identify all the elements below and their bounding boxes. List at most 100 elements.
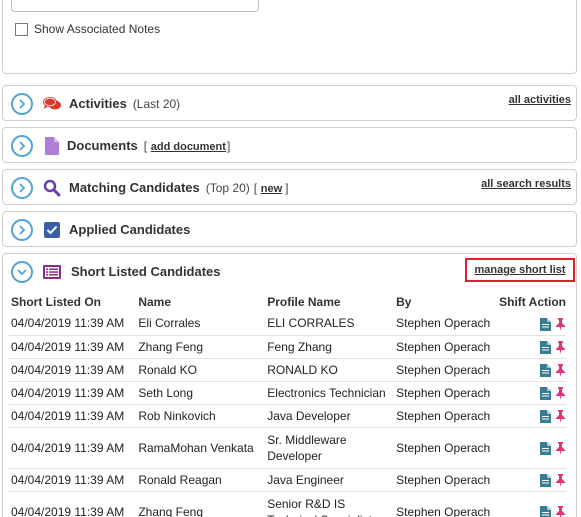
manage-short-list-link[interactable]: manage short list [474,264,565,276]
pin-icon[interactable] [554,364,566,378]
view-document-icon[interactable] [539,474,551,488]
profile-name: Feng Zhang [265,335,395,359]
short-listed-date: 04/04/2019 11:39 AM [9,381,137,405]
activities-title-text: Activities [69,96,127,111]
candidate-name: Seth Long [136,381,266,405]
profile-name: RONALD KO [265,358,395,382]
pin-icon[interactable] [554,506,566,517]
pin-icon[interactable] [554,318,566,332]
view-document-icon[interactable] [539,318,551,332]
bracket-close: ] [226,139,231,153]
short-listed-by: Stephen Operach [394,381,498,405]
chevron-down-icon [17,269,27,276]
col-short-listed-on[interactable]: Short Listed On [9,292,136,312]
table-row: 04/04/2019 11:39 AM RamaMohan Venkata Sr. … [9,427,566,469]
bracket-close: ] [285,181,289,195]
col-name[interactable]: Name [136,292,265,312]
short-listed-by: Stephen Operach [394,312,498,336]
view-document-icon[interactable] [539,387,551,401]
table-header-row: Short Listed On Name Profile Name By Shi… [9,292,566,312]
chevron-right-icon [19,99,26,109]
new-search-link[interactable]: new [261,183,282,195]
comments-icon [43,95,61,113]
short-listed-header: Short Listed Candidates manage short lis… [3,254,576,290]
short-listed-title: Short Listed Candidates [71,264,221,279]
pin-icon[interactable] [554,474,566,488]
all-activities-link[interactable]: all activities [509,94,571,106]
table-row: 04/04/2019 11:39 AM Rob Ninkovich Java Dev… [9,404,566,428]
candidate-name: Zhang Feng [136,491,266,517]
applied-expand-button[interactable] [11,219,33,241]
short-listed-by: Stephen Operach [394,404,498,428]
profile-name: Java Developer [265,404,395,428]
short-listed-table: Short Listed On Name Profile Name By Shi… [9,292,566,517]
col-profile-name[interactable]: Profile Name [265,292,394,312]
view-document-icon[interactable] [539,364,551,378]
notes-filter-input[interactable] [11,0,259,12]
view-document-icon[interactable] [539,506,551,517]
col-by[interactable]: By [394,292,497,312]
short-listed-by: Stephen Operach [394,468,498,492]
short-listed-by: Stephen Operach [394,491,498,517]
pin-icon[interactable] [554,387,566,401]
bracket-open: [ [143,139,148,153]
manage-short-list-highlight: manage short list [465,258,575,282]
candidate-name: Ronald Reagan [136,468,266,492]
table-row: 04/04/2019 11:39 AM Zhang Feng Senior R&D … [9,491,566,517]
short-listed-by: Stephen Operach [394,335,498,359]
view-document-icon[interactable] [539,341,551,355]
short-listed-date: 04/04/2019 11:39 AM [9,427,137,469]
table-row: 04/04/2019 11:39 AM Eli Corrales ELI CORRA… [9,312,566,336]
matching-count: (Top 20) [205,181,250,195]
matching-expand-button[interactable] [11,177,33,199]
view-document-icon[interactable] [539,442,551,456]
show-notes-checkbox[interactable] [15,22,28,36]
activities-expand-button[interactable] [11,93,33,115]
candidate-name: Rob Ninkovich [136,404,266,428]
row-actions [497,358,566,382]
short-listed-date: 04/04/2019 11:39 AM [9,358,137,382]
show-notes-row[interactable]: Show Associated Notes [15,22,160,36]
table-row: 04/04/2019 11:39 AM Zhang Feng Feng Zhang S… [9,335,566,359]
candidate-name: Zhang Feng [136,335,266,359]
view-document-icon[interactable] [539,410,551,424]
chevron-right-icon [19,183,26,193]
documents-title: Documents [ add document] [67,138,230,153]
activities-section: Activities (Last 20) all activities [2,85,577,121]
documents-title-text: Documents [67,138,138,153]
short-listed-collapse-button[interactable] [11,261,33,283]
row-actions [497,335,566,359]
bracket-open: [ [253,181,258,195]
candidate-name: Ronald KO [136,358,266,382]
add-document-link[interactable]: add document [151,141,226,153]
row-actions [497,312,566,336]
candidate-name: RamaMohan Venkata [136,427,266,469]
search-icon [43,179,61,197]
list-icon [43,263,61,281]
activities-count: (Last 20) [132,97,181,111]
pin-icon[interactable] [554,442,566,456]
short-listed-date: 04/04/2019 11:39 AM [9,312,137,336]
short-listed-date: 04/04/2019 11:39 AM [9,491,137,517]
row-actions [497,381,566,405]
chevron-right-icon [19,225,26,235]
row-actions [497,491,566,517]
profile-name: Sr. Middleware Developer [265,427,395,469]
profile-name: ELI CORRALES [265,312,395,336]
profile-name: Electronics Technician [265,381,395,405]
show-notes-label: Show Associated Notes [34,22,161,36]
matching-title-text: Matching Candidates [69,180,200,195]
pin-icon[interactable] [554,341,566,355]
documents-expand-button[interactable] [11,135,33,157]
short-listed-date: 04/04/2019 11:39 AM [9,335,137,359]
documents-section: Documents [ add document] [2,127,577,163]
table-row: 04/04/2019 11:39 AM Ronald KO RONALD KO Ste… [9,358,566,382]
short-listed-date: 04/04/2019 11:39 AM [9,468,137,492]
notes-panel: Show Associated Notes [2,0,577,74]
profile-name: Java Engineer [265,468,395,492]
short-listed-by: Stephen Operach [394,427,498,469]
profile-name: Senior R&D IS Technical Specialist [265,491,395,517]
pin-icon[interactable] [554,410,566,424]
all-search-results-link[interactable]: all search results [481,178,571,190]
short-listed-date: 04/04/2019 11:39 AM [9,404,137,428]
